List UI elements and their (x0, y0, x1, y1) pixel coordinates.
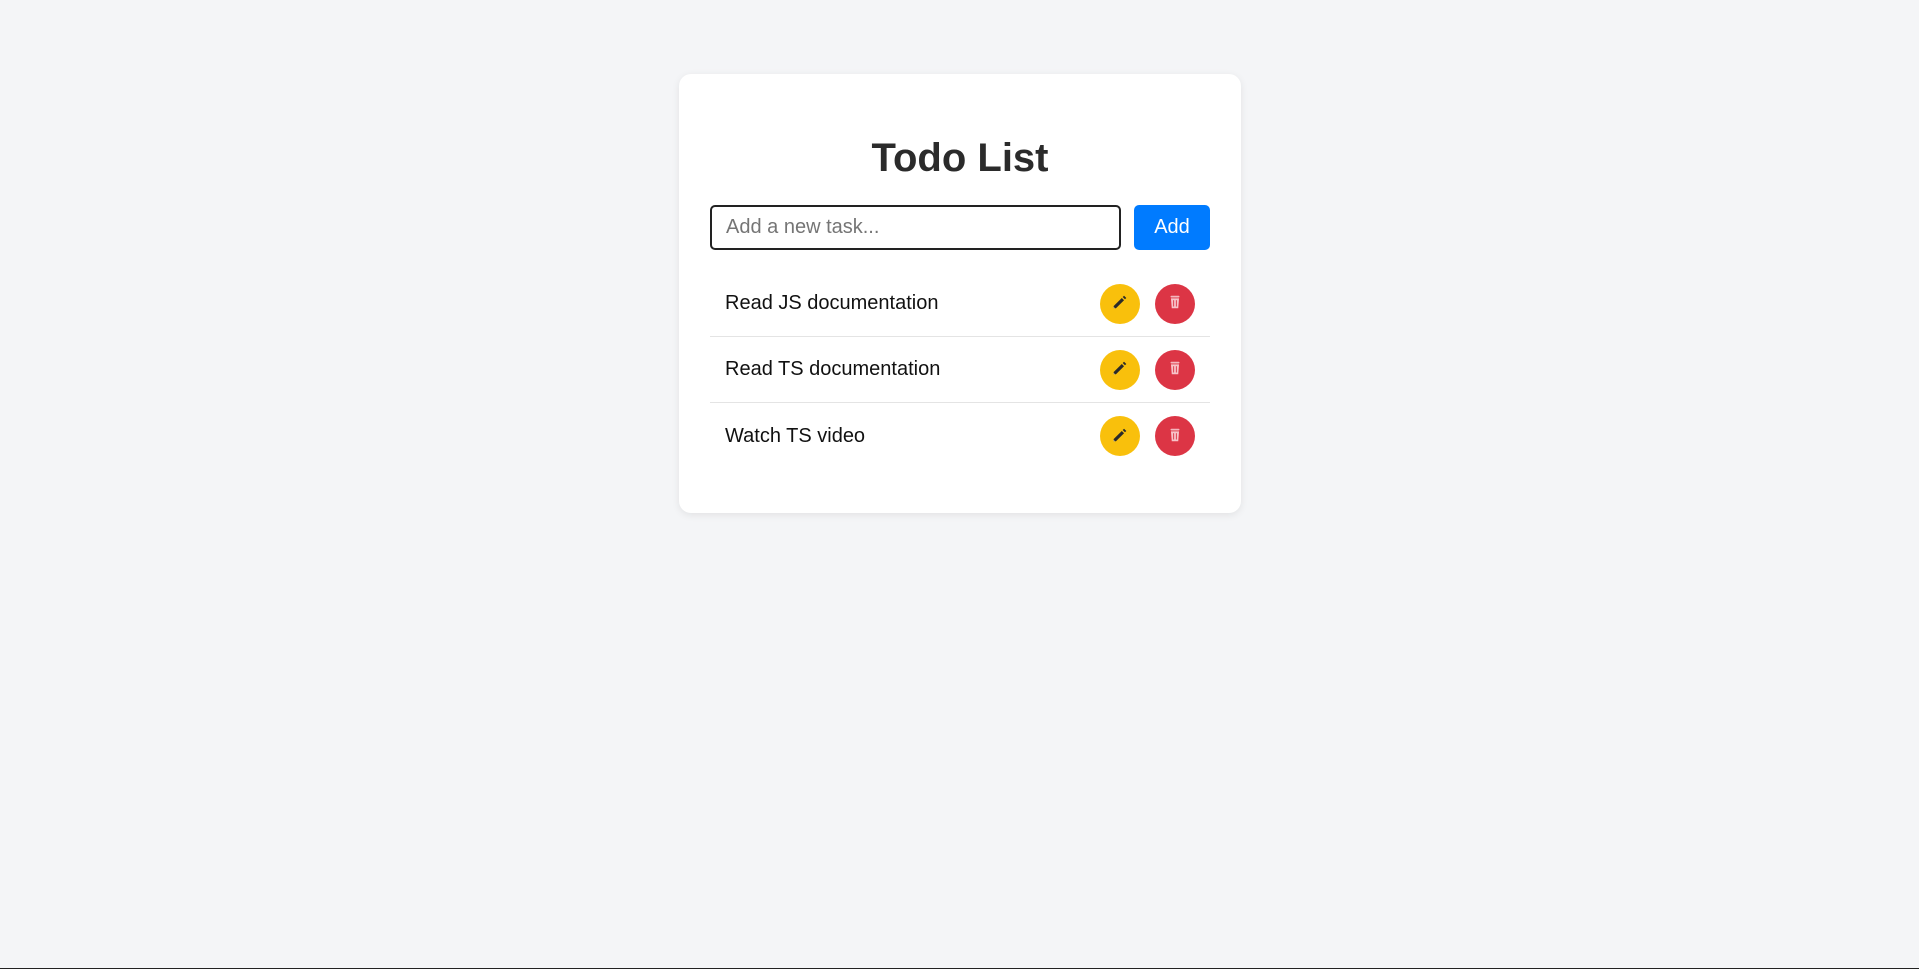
delete-button[interactable] (1155, 283, 1195, 324)
trash-icon (1166, 293, 1184, 314)
pencil-icon (1111, 426, 1129, 447)
task-text: Watch TS video (725, 424, 866, 447)
task-text: Read JS documentation (725, 292, 939, 314)
pencil-icon (1111, 293, 1129, 314)
add-button[interactable]: Add (1134, 205, 1210, 250)
task-item: Read JS documentation (710, 271, 1210, 337)
edit-button[interactable] (1100, 416, 1140, 456)
edit-button[interactable] (1100, 349, 1140, 390)
task-item: Read TS documentation (710, 337, 1210, 403)
task-text: Read TS documentation (725, 358, 941, 380)
todo-card: Todo List Add Read JS documentation Read… (679, 74, 1241, 513)
pencil-icon (1111, 359, 1129, 380)
delete-button[interactable] (1155, 349, 1195, 390)
add-task-row: Add (710, 205, 1210, 250)
page-title: Todo List (871, 136, 1049, 180)
delete-button[interactable] (1155, 416, 1195, 456)
edit-button[interactable] (1100, 283, 1140, 324)
trash-icon (1166, 426, 1184, 447)
task-input[interactable] (710, 205, 1121, 250)
task-list: Read JS documentation Read TS documentat… (710, 271, 1210, 469)
task-item: Watch TS video (710, 403, 1210, 469)
trash-icon (1166, 359, 1184, 380)
